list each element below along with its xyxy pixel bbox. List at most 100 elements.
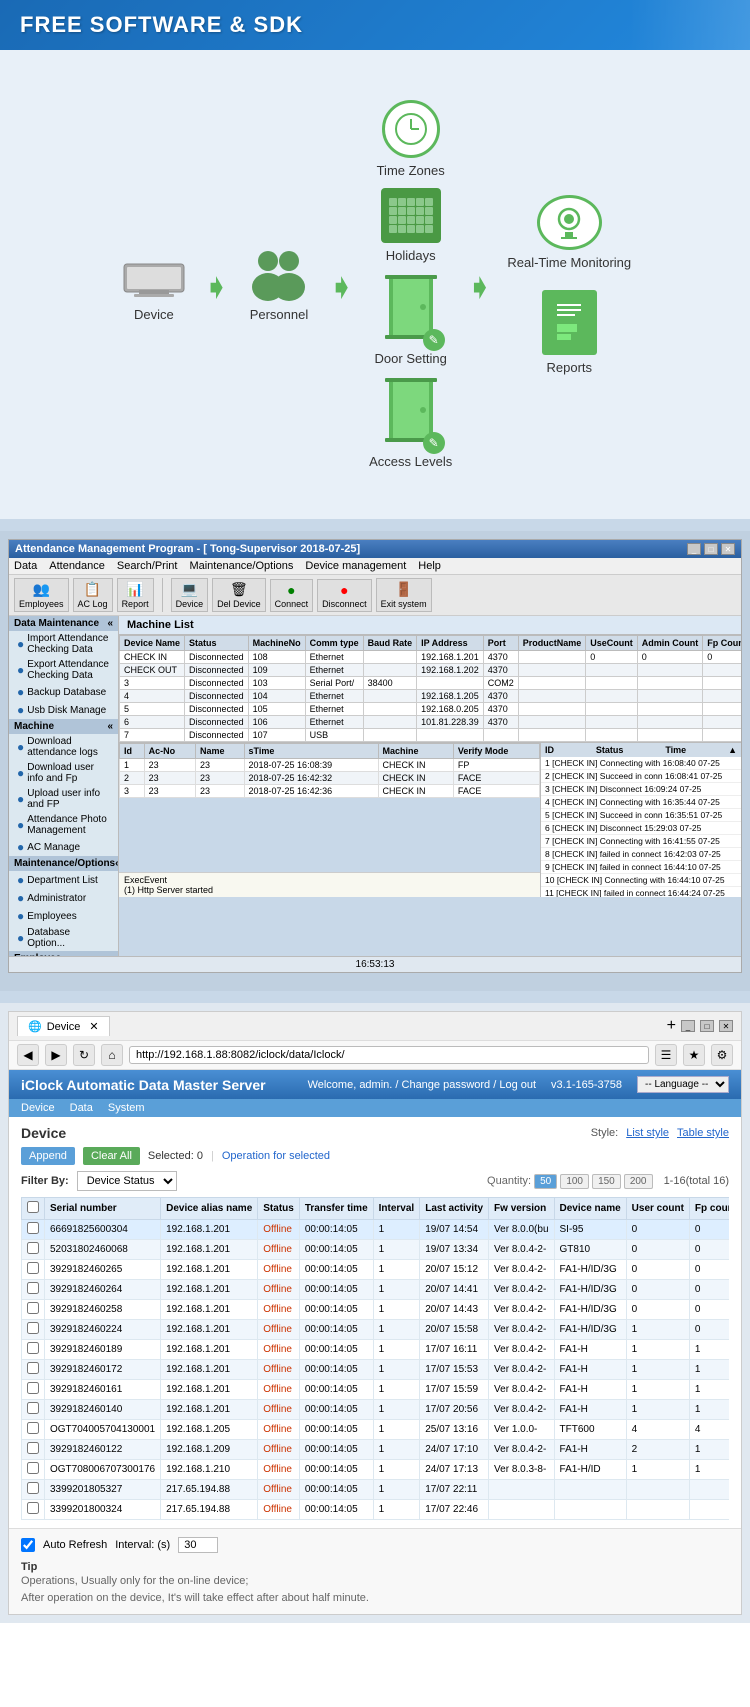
list-item[interactable]: OGT704005704130001192.168.1.205Offline00…	[22, 1420, 730, 1440]
sidebar-backup[interactable]: ●Backup Database	[9, 683, 118, 701]
settings-nav-btn[interactable]: ☰	[655, 1044, 677, 1066]
list-item[interactable]: 52031802460068192.168.1.201Offline00:00:…	[22, 1240, 730, 1260]
table-row[interactable]: 5Disconnected105Ethernet192.168.0.205437…	[120, 703, 742, 716]
row-checkbox[interactable]	[27, 1402, 39, 1414]
menu-attendance[interactable]: Attendance	[49, 560, 105, 572]
list-item[interactable]: 3929182460224192.168.1.201Offline00:00:1…	[22, 1320, 730, 1340]
forward-btn[interactable]: ▶	[45, 1044, 67, 1066]
row-checkbox[interactable]	[27, 1322, 39, 1334]
row-checkbox[interactable]	[27, 1222, 39, 1234]
tb-report-btn[interactable]: 📊 Report	[117, 578, 154, 612]
list-item[interactable]: 66691825600304192.168.1.201Offline00:00:…	[22, 1220, 730, 1240]
auto-refresh-chk[interactable]	[21, 1538, 35, 1552]
list-item[interactable]: 3399201800324217.65.194.88Offline00:00:1…	[22, 1500, 730, 1520]
sidebar-section-data[interactable]: Data Maintenance«	[9, 616, 118, 631]
nav-device[interactable]: Device	[21, 1102, 55, 1114]
list-item[interactable]: 3929182460161192.168.1.201Offline00:00:1…	[22, 1380, 730, 1400]
table-row[interactable]: CHECK OUTDisconnected109Ethernet192.168.…	[120, 664, 742, 677]
tb-del-device-btn[interactable]: 🗑 Del Device	[212, 578, 266, 612]
win-controls[interactable]: _ □ ✕	[687, 543, 735, 555]
log-scroll-btn[interactable]: ▲	[728, 745, 737, 755]
list-item[interactable]: 3929182460172192.168.1.201Offline00:00:1…	[22, 1360, 730, 1380]
sidebar-usb[interactable]: ●Usb Disk Manage	[9, 701, 118, 719]
row-checkbox[interactable]	[27, 1302, 39, 1314]
language-select[interactable]: -- Language --	[637, 1076, 729, 1093]
close-btn[interactable]: ✕	[721, 543, 735, 555]
tb-connect-btn[interactable]: ● Connect	[270, 579, 314, 612]
list-item[interactable]: 3929182460264192.168.1.201Offline00:00:1…	[22, 1280, 730, 1300]
list-style-btn[interactable]: List style	[626, 1127, 669, 1139]
list-item[interactable]: 3399201805327217.65.194.88Offline00:00:1…	[22, 1480, 730, 1500]
sidebar-employees[interactable]: ●Employees	[9, 907, 118, 925]
table-row[interactable]: 323232018-07-25 16:42:36CHECK INFACE	[120, 785, 540, 798]
nav-data[interactable]: Data	[70, 1102, 93, 1114]
sidebar-export[interactable]: ●Export Attendance Checking Data	[9, 657, 118, 683]
star-btn[interactable]: ★	[683, 1044, 705, 1066]
list-item[interactable]: 3929182460189192.168.1.201Offline00:00:1…	[22, 1340, 730, 1360]
qty-100[interactable]: 100	[560, 1174, 589, 1189]
sidebar-admin[interactable]: ●Administrator	[9, 889, 118, 907]
table-row[interactable]: 4Disconnected104Ethernet192.168.1.205437…	[120, 690, 742, 703]
clear-all-btn[interactable]: Clear All	[83, 1147, 140, 1165]
url-bar[interactable]	[129, 1046, 649, 1064]
list-item[interactable]: 3929182460258192.168.1.201Offline00:00:1…	[22, 1300, 730, 1320]
list-item[interactable]: 3929182460140192.168.1.201Offline00:00:1…	[22, 1400, 730, 1420]
table-row[interactable]: CHECK INDisconnected108Ethernet192.168.1…	[120, 651, 742, 664]
table-style-btn[interactable]: Table style	[677, 1127, 729, 1139]
row-checkbox[interactable]	[27, 1242, 39, 1254]
tb-aclog-btn[interactable]: 📋 AC Log	[73, 578, 113, 612]
sidebar-section-maintenance[interactable]: Maintenance/Options«	[9, 856, 118, 871]
browser-tab[interactable]: 🌐 Device ✕	[17, 1016, 110, 1036]
row-checkbox[interactable]	[27, 1262, 39, 1274]
tb-employees-btn[interactable]: 👥 Employees	[14, 578, 69, 612]
row-checkbox[interactable]	[27, 1382, 39, 1394]
menu-data[interactable]: Data	[14, 560, 37, 572]
list-item[interactable]: OGT708006707300176192.168.1.210Offline00…	[22, 1460, 730, 1480]
nav-system[interactable]: System	[108, 1102, 145, 1114]
close-tab-btn[interactable]: ✕	[89, 1020, 98, 1033]
sidebar-import[interactable]: ●Import Attendance Checking Data	[9, 631, 118, 657]
events-scroll[interactable]: Id Ac-No Name sTime Machine Verify Mode …	[119, 743, 540, 872]
cls-btn[interactable]: ✕	[719, 1020, 733, 1032]
sidebar-download-user[interactable]: ●Download user info and Fp	[9, 760, 118, 786]
sidebar-download-logs[interactable]: ●Download attendance logs	[9, 734, 118, 760]
row-checkbox[interactable]	[27, 1422, 39, 1434]
menu-help[interactable]: Help	[418, 560, 441, 572]
qty-50[interactable]: 50	[534, 1174, 557, 1189]
sidebar-ac[interactable]: ●AC Manage	[9, 838, 118, 856]
table-row[interactable]: 6Disconnected106Ethernet101.81.228.39437…	[120, 716, 742, 729]
table-row[interactable]: 123232018-07-25 16:08:39CHECK INFP	[120, 759, 540, 772]
back-btn[interactable]: ◀	[17, 1044, 39, 1066]
row-checkbox[interactable]	[27, 1502, 39, 1514]
interval-input[interactable]	[178, 1537, 218, 1553]
menu-maintenance[interactable]: Maintenance/Options	[189, 560, 293, 572]
row-checkbox[interactable]	[27, 1442, 39, 1454]
row-checkbox[interactable]	[27, 1342, 39, 1354]
min-btn[interactable]: _	[681, 1020, 695, 1032]
menu-device[interactable]: Device management	[305, 560, 406, 572]
tb-disconnect-btn[interactable]: ● Disconnect	[317, 579, 372, 612]
sidebar-photo[interactable]: ●Attendance Photo Management	[9, 812, 118, 838]
sidebar-db-option[interactable]: ●Database Option...	[9, 925, 118, 951]
device-table-scroll[interactable]: Serial number Device alias name Status T…	[21, 1197, 729, 1520]
sidebar-section-schedule[interactable]: Employee Schedule«	[9, 951, 118, 956]
refresh-btn[interactable]: ↻	[73, 1044, 95, 1066]
tb-exit-btn[interactable]: 🚪 Exit system	[376, 578, 432, 612]
row-checkbox[interactable]	[27, 1282, 39, 1294]
qty-150[interactable]: 150	[592, 1174, 621, 1189]
row-checkbox[interactable]	[27, 1482, 39, 1494]
machine-table-scroll[interactable]: Device Name Status MachineNo Comm type B…	[119, 635, 741, 742]
tb-device-btn[interactable]: 💻 Device	[171, 578, 209, 612]
filter-select[interactable]: Device Status	[77, 1171, 177, 1191]
table-row[interactable]: 7Disconnected107USB3204	[120, 729, 742, 742]
append-btn[interactable]: Append	[21, 1147, 75, 1165]
max-btn[interactable]: □	[700, 1020, 714, 1032]
new-tab-btn[interactable]: +	[667, 1017, 676, 1035]
list-item[interactable]: 3929182460265192.168.1.201Offline00:00:1…	[22, 1260, 730, 1280]
operation-btn[interactable]: Operation for selected	[222, 1150, 330, 1162]
select-all-chk[interactable]	[27, 1201, 39, 1213]
row-checkbox[interactable]	[27, 1362, 39, 1374]
menu-search[interactable]: Search/Print	[117, 560, 178, 572]
tools-btn[interactable]: ⚙	[711, 1044, 733, 1066]
sidebar-section-machine[interactable]: Machine«	[9, 719, 118, 734]
